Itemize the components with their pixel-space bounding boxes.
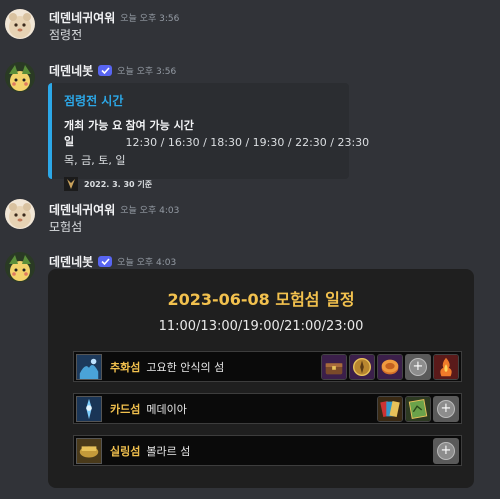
bot-badge-icon — [98, 65, 113, 76]
bot-badge-icon — [98, 256, 113, 267]
message-header: 데덴네귀여워 오늘 오후 3:56 — [49, 9, 179, 26]
field-value-times: 12:30 / 16:30 / 18:30 / 19:30 / 22:30 / … — [125, 136, 370, 149]
island-row: 카드섬 메데이아 + — [73, 393, 462, 424]
timestamp: 오늘 오후 3:56 — [117, 67, 177, 77]
island-thumbnail-icon — [76, 353, 102, 380]
island-thumbnail-icon — [76, 437, 102, 464]
coin-icon — [377, 354, 403, 380]
avatar-user[interactable] — [5, 9, 35, 39]
card-times: 11:00/13:00/19:00/21:00/23:00 — [158, 319, 364, 334]
reward-list: + — [321, 354, 459, 380]
card-title: 2023-06-08 모험섬 일정 — [167, 290, 355, 309]
island-name: 메데이아 — [146, 402, 187, 416]
island-row: 추화섬 고요한 안식의 섬 + — [73, 351, 462, 382]
map-card-icon — [405, 396, 431, 422]
message-text: 점령전 — [49, 28, 83, 42]
flame-card-icon — [433, 354, 459, 380]
island-row: 실링섬 볼라르 섬 + — [73, 435, 462, 466]
field-value-days: 목, 금, 토, 일 — [64, 154, 126, 167]
chest-icon — [321, 354, 347, 380]
message-header: 데덴네봇 오늘 오후 3:56 — [49, 62, 176, 79]
card-pack-icon — [377, 396, 403, 422]
embed-title: 점령전 시간 — [64, 94, 124, 108]
island-name: 볼라르 섬 — [146, 444, 191, 458]
username[interactable]: 데덴네귀여워 — [49, 9, 115, 26]
compass-icon — [349, 354, 375, 380]
plus-icon: + — [433, 438, 459, 464]
island-type: 실링섬 — [110, 444, 141, 458]
avatar-user[interactable] — [5, 199, 35, 229]
timestamp: 오늘 오후 4:03 — [120, 206, 180, 216]
island-name: 고요한 안식의 섬 — [146, 360, 225, 374]
avatar-bot[interactable] — [5, 252, 35, 282]
island-type: 추화섬 — [110, 360, 141, 374]
field-name-days: 개최 가능 요일 — [64, 119, 123, 148]
username[interactable]: 데덴네귀여워 — [49, 201, 115, 218]
plus-icon: + — [405, 354, 431, 380]
username[interactable]: 데덴네봇 — [49, 62, 93, 79]
avatar-bot[interactable] — [5, 62, 35, 92]
embed-siege-time: 점령전 시간 개최 가능 요일 목, 금, 토, 일 참여 가능 시간 12:3… — [48, 83, 369, 191]
message-header: 데덴네귀여워 오늘 오후 4:03 — [49, 201, 179, 218]
message-text: 모험섬 — [49, 220, 83, 234]
footer-sword-icon — [64, 177, 78, 191]
timestamp: 오늘 오후 3:56 — [120, 14, 180, 24]
plus-icon: + — [433, 396, 459, 422]
island-type: 카드섬 — [110, 402, 141, 416]
field-name-times: 참여 가능 시간 — [125, 119, 194, 132]
reward-list: + — [377, 396, 459, 422]
adventure-island-card: 2023-06-08 모험섬 일정 11:00/13:00/19:00/21:0… — [48, 269, 474, 488]
username[interactable]: 데덴네봇 — [49, 253, 93, 270]
island-thumbnail-icon — [76, 395, 102, 422]
timestamp: 오늘 오후 4:03 — [117, 258, 177, 268]
message-header: 데덴네봇 오늘 오후 4:03 — [49, 253, 176, 270]
reward-list: + — [433, 438, 459, 464]
embed-footer: 2022. 3. 30 기준 — [84, 179, 153, 189]
